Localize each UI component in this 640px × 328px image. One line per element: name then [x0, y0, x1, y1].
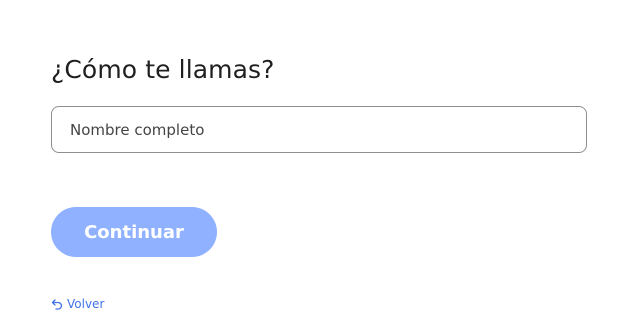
page-title: ¿Cómo te llamas?: [51, 54, 275, 84]
full-name-field[interactable]: [51, 106, 587, 153]
full-name-input[interactable]: [52, 107, 586, 152]
undo-arrow-icon: [51, 298, 63, 310]
back-link[interactable]: Volver: [51, 297, 104, 311]
continue-button[interactable]: Continuar: [51, 207, 217, 257]
back-label: Volver: [67, 297, 105, 311]
